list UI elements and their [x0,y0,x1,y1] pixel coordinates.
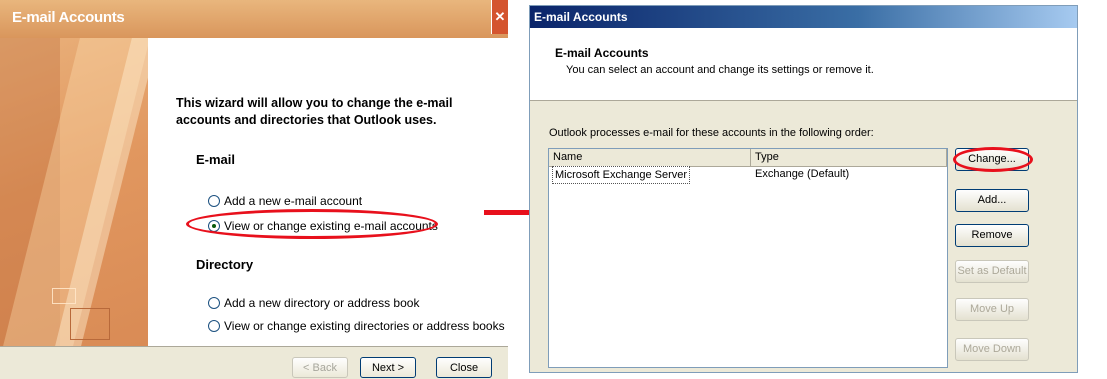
dialog-title: E-mail Accounts [534,10,628,24]
wizard-button-bar: < Back Next > Close [0,346,508,379]
dialog-header: E-mail Accounts You can select an accoun… [530,28,1077,101]
radio-add-directory[interactable]: Add a new directory or address book [208,296,419,310]
wizard-intro-text: This wizard will allow you to change the… [176,96,453,127]
highlight-ellipse [953,147,1033,172]
wizard-title: E-mail Accounts [12,9,125,26]
radio-label: Add a new directory or address book [224,296,420,310]
envelope-icon [52,288,76,304]
close-icon: ✕ [494,9,506,24]
account-type: Exchange (Default) [755,168,850,180]
radio-add-email-account[interactable]: Add a new e-mail account [208,194,362,208]
column-header-type[interactable]: Type [751,149,947,166]
directory-heading: Directory [196,257,254,272]
account-name[interactable]: Microsoft Exchange Server [552,166,691,184]
email-heading: E-mail [196,152,236,167]
accounts-dialog: E-mail Accounts E-mail Accounts You can … [529,5,1078,373]
close-button[interactable]: Close [436,357,492,378]
next-button[interactable]: Next > [360,357,416,378]
wizard-window: E-mail Accounts ✕ This wizard will allow… [0,0,508,379]
move-down-button[interactable]: Move Down [955,338,1029,361]
radio-label: View or change existing directories or a… [224,319,505,333]
dialog-titlebar: E-mail Accounts [530,6,1077,28]
radio-button[interactable] [208,195,220,207]
accounts-list[interactable]: Name Type Microsoft Exchange Server Exch… [548,148,948,368]
wizard-side-art [0,38,148,346]
highlight-ellipse [186,209,438,239]
wizard-titlebar: E-mail Accounts ✕ [0,0,508,38]
wizard-close-button[interactable]: ✕ [491,0,508,34]
remove-button[interactable]: Remove [955,224,1029,247]
set-default-button[interactable]: Set as Default [955,260,1029,283]
back-button[interactable]: < Back [292,357,348,378]
account-row[interactable]: Microsoft Exchange Server Exchange (Defa… [549,166,947,184]
dialog-heading: E-mail Accounts [555,46,649,60]
radio-button[interactable] [208,320,220,332]
envelope-icon [70,308,110,340]
dialog-subheading: You can select an account and change its… [566,64,874,76]
radio-label: Add a new e-mail account [224,194,363,208]
radio-button[interactable] [208,297,220,309]
move-up-button[interactable]: Move Up [955,298,1029,321]
radio-view-change-directories[interactable]: View or change existing directories or a… [208,319,505,333]
list-header: Name Type [549,149,947,167]
add-button[interactable]: Add... [955,189,1029,212]
order-label: Outlook processes e-mail for these accou… [549,127,874,139]
column-header-name[interactable]: Name [549,149,751,166]
